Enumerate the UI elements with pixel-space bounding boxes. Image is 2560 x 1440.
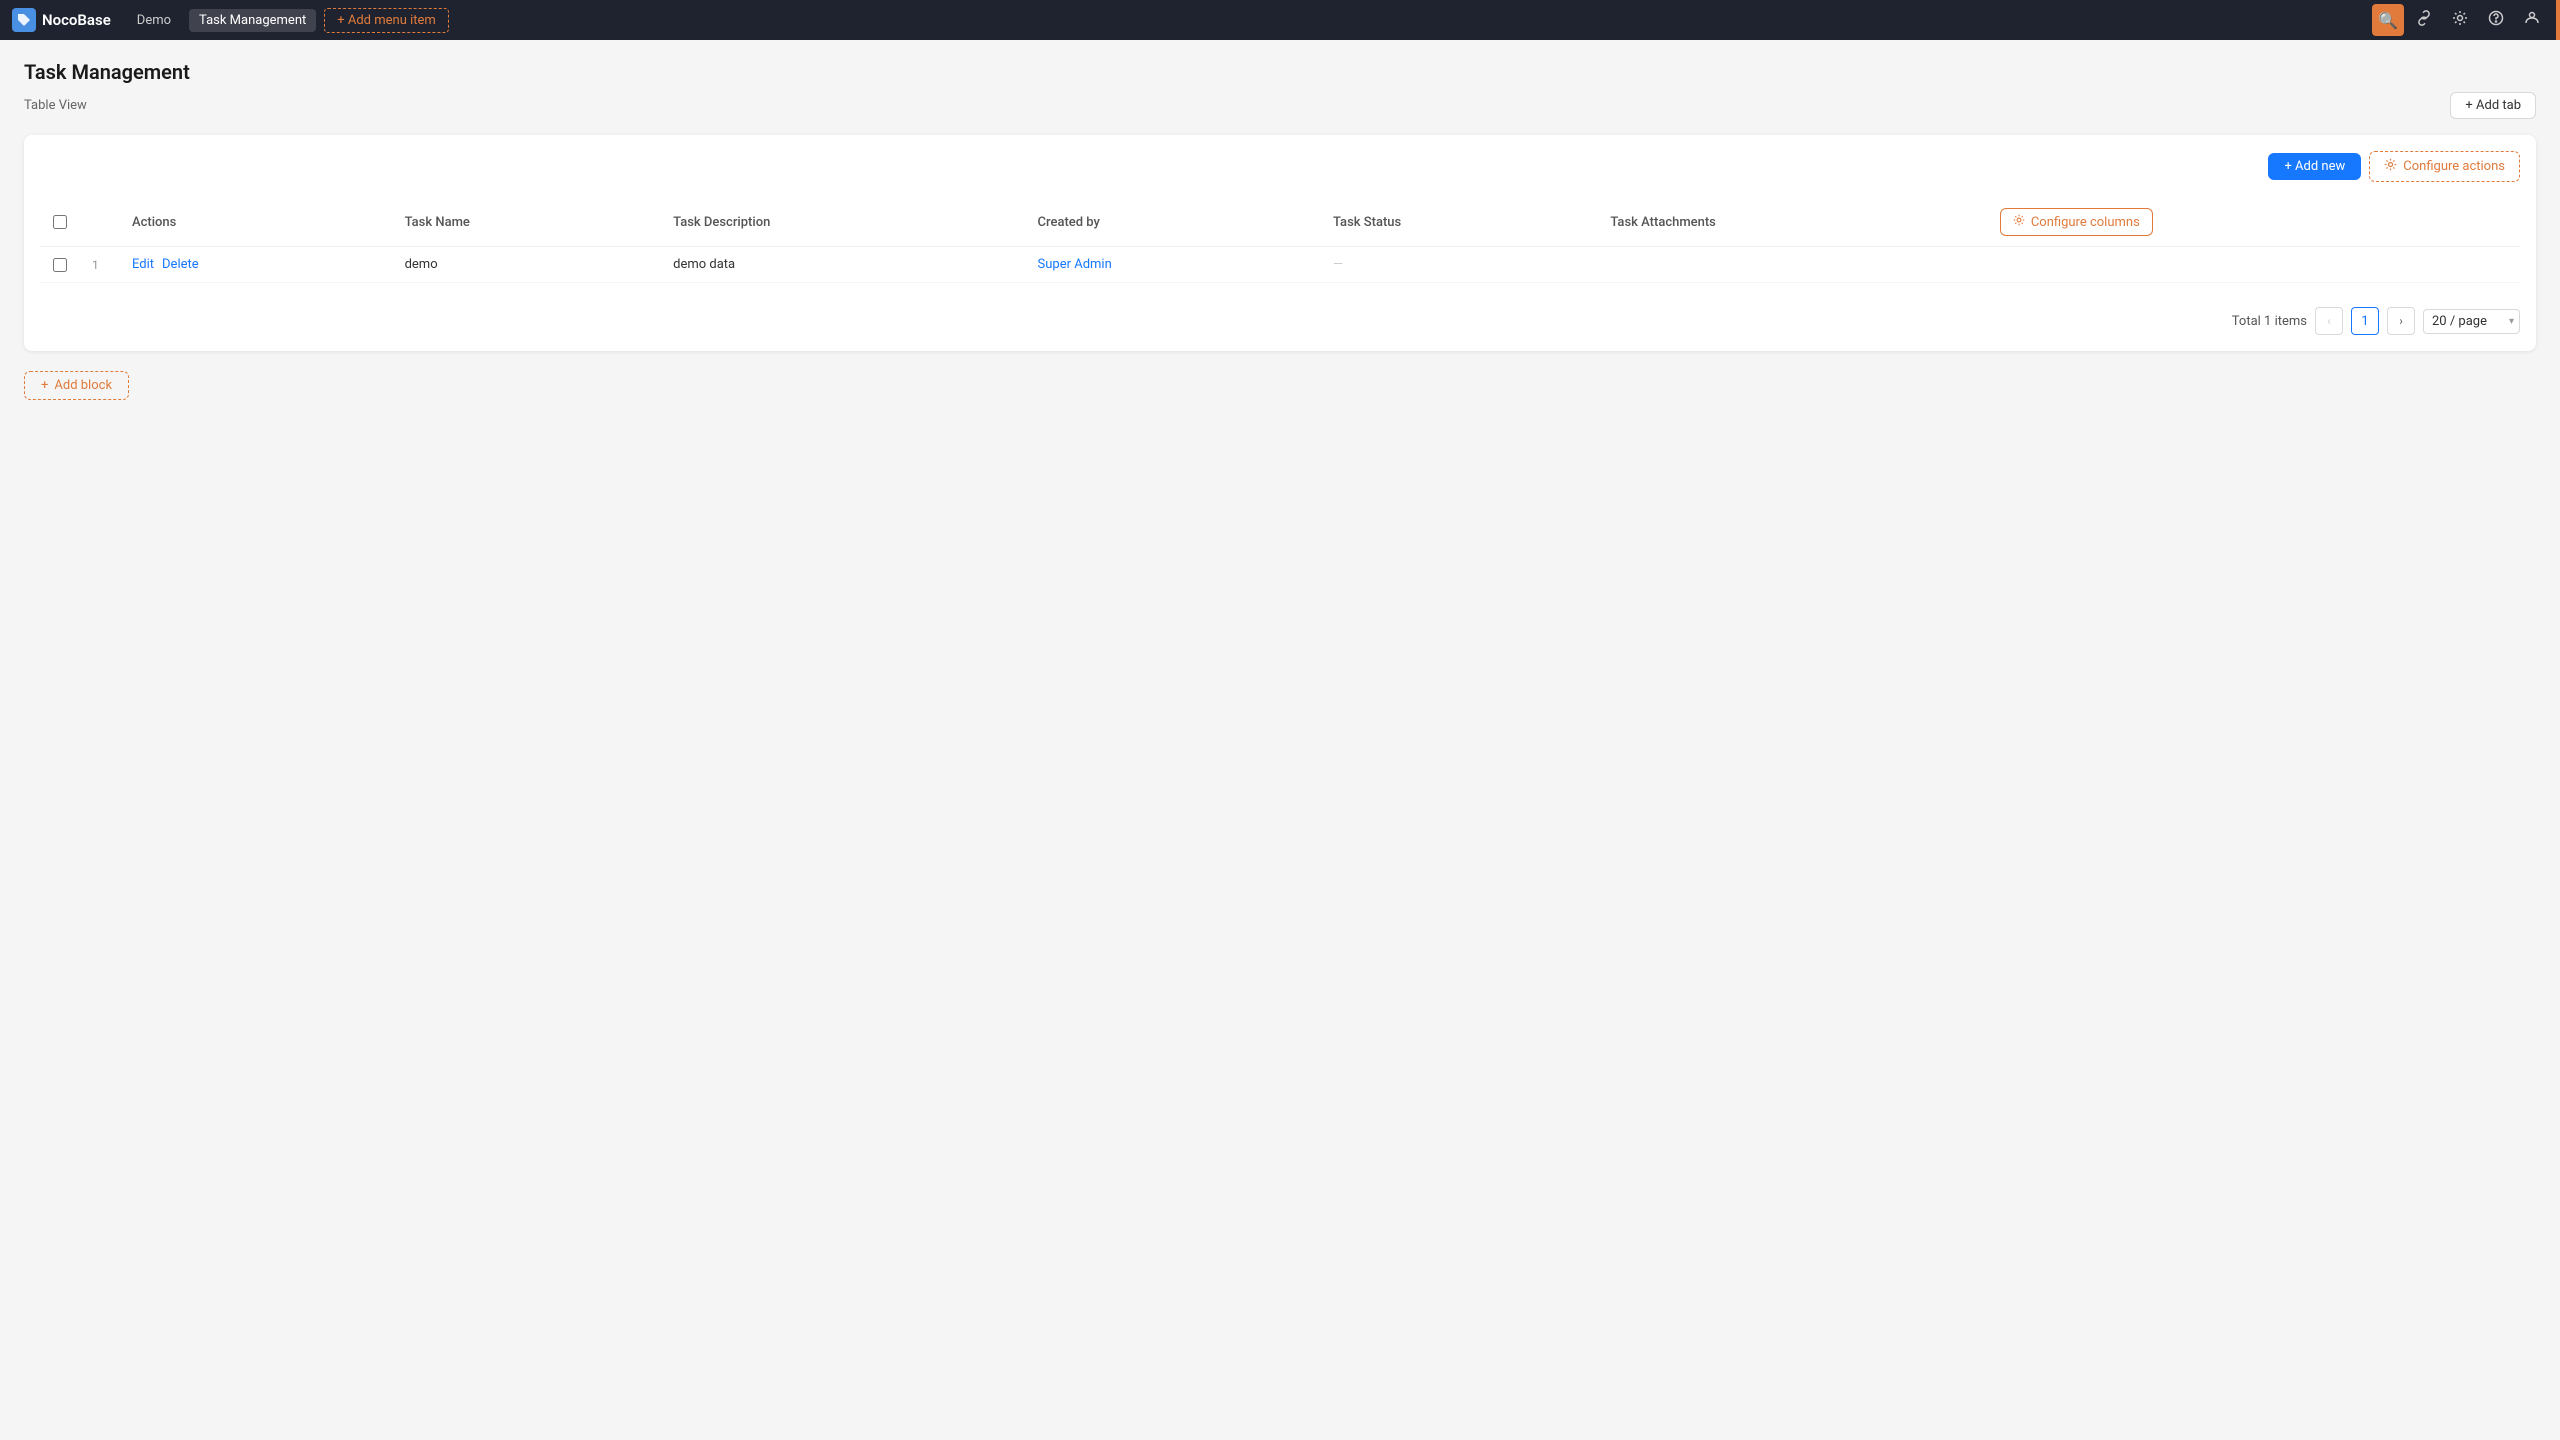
user-icon (2524, 10, 2540, 30)
search-icon-btn[interactable]: 🔍 (2372, 4, 2404, 36)
page-subtitle: Table View (24, 98, 87, 113)
user-icon-btn[interactable] (2516, 4, 2548, 36)
extra-cell (1988, 247, 2520, 283)
task-status-cell: — (1321, 247, 1598, 283)
task-name-cell: demo (393, 247, 662, 283)
created-by-link[interactable]: Super Admin (1038, 257, 1112, 272)
task-attachments-cell (1598, 247, 1987, 283)
topbar: NocoBase Demo Task Management + Add menu… (0, 0, 2560, 40)
next-icon: › (2399, 314, 2403, 328)
configure-actions-gear-icon (2384, 158, 2397, 175)
logo-icon (12, 8, 36, 32)
table-toolbar: + Add new Configure actions (40, 151, 2520, 182)
add-block-button[interactable]: + Add block (24, 371, 129, 400)
task-description-cell: demo data (661, 247, 1025, 283)
row-actions: Edit Delete (132, 257, 381, 272)
next-page-button[interactable]: › (2387, 307, 2415, 335)
col-task-attachments: Task Attachments (1598, 198, 1987, 247)
prev-icon: ‹ (2327, 314, 2331, 328)
page-size-wrapper: 20 / page 50 / page 100 / page ▾ (2423, 309, 2520, 334)
logo-text: NocoBase (42, 11, 111, 29)
search-icon: 🔍 (2378, 11, 2398, 30)
edit-link[interactable]: Edit (132, 257, 154, 272)
add-tab-button[interactable]: + Add tab (2450, 92, 2536, 119)
link-icon (2416, 10, 2432, 30)
task-status-value: — (1333, 257, 1343, 272)
topbar-right-edge (2556, 0, 2560, 40)
configure-columns-button[interactable]: Configure columns (2000, 208, 2153, 236)
prev-page-button[interactable]: ‹ (2315, 307, 2343, 335)
row-number-cell: 1 (80, 247, 120, 283)
nav-item-task-management[interactable]: Task Management (189, 9, 316, 32)
col-task-status: Task Status (1321, 198, 1598, 247)
total-items-text: Total 1 items (2232, 314, 2307, 329)
add-block-label: Add block (54, 378, 112, 393)
help-icon (2488, 10, 2504, 30)
table-header-row: Actions Task Name Task Description Creat… (40, 198, 2520, 247)
settings-icon-btn[interactable] (2444, 4, 2476, 36)
current-page: 1 (2351, 307, 2379, 335)
created-by-cell: Super Admin (1026, 247, 1321, 283)
col-task-name: Task Name (393, 198, 662, 247)
col-configure: Configure columns (1988, 198, 2520, 247)
delete-link[interactable]: Delete (162, 257, 199, 272)
configure-columns-gear-icon (2013, 214, 2025, 230)
col-created-by: Created by (1026, 198, 1321, 247)
configure-actions-button[interactable]: Configure actions (2369, 151, 2520, 182)
row-actions-cell: Edit Delete (120, 247, 393, 283)
page-content: Task Management Table View + Add tab + A… (0, 40, 2560, 420)
add-new-button[interactable]: + Add new (2268, 153, 2361, 180)
help-icon-btn[interactable] (2480, 4, 2512, 36)
row-checkbox-cell (40, 247, 80, 283)
page-subtitle-row: Table View + Add tab (24, 92, 2536, 119)
col-task-description: Task Description (661, 198, 1025, 247)
add-menu-item-button[interactable]: + Add menu item (324, 8, 449, 33)
page-size-select[interactable]: 20 / page 50 / page 100 / page (2423, 309, 2520, 334)
col-checkbox (40, 198, 80, 247)
page-title: Task Management (24, 60, 2536, 84)
gear-icon (2452, 10, 2468, 30)
data-table: Actions Task Name Task Description Creat… (40, 198, 2520, 283)
add-block-plus-icon: + (41, 378, 48, 393)
configure-actions-label: Configure actions (2403, 159, 2505, 174)
topbar-icons: 🔍 (2372, 4, 2548, 36)
col-row-num (80, 198, 120, 247)
table-row: 1 Edit Delete demo demo data Super Admin… (40, 247, 2520, 283)
pagination-row: Total 1 items ‹ 1 › 20 / page 50 / page … (40, 299, 2520, 335)
col-actions: Actions (120, 198, 393, 247)
nav-item-demo[interactable]: Demo (127, 9, 181, 32)
select-all-checkbox[interactable] (53, 215, 67, 229)
row-checkbox[interactable] (53, 258, 67, 272)
logo[interactable]: NocoBase (12, 8, 111, 32)
link-icon-btn[interactable] (2408, 4, 2440, 36)
table-block: + Add new Configure actions (24, 135, 2536, 351)
configure-columns-label: Configure columns (2031, 215, 2140, 230)
